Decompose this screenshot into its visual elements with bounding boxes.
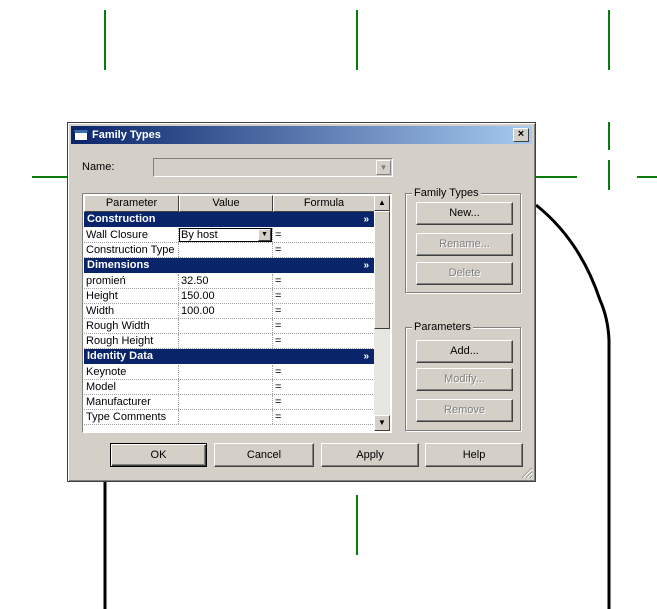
family-types-group: Family Types New... Rename... Delete [405,187,521,293]
cancel-button[interactable]: Cancel [214,443,314,467]
group-label: Dimensions [87,259,150,271]
param-name: Construction Type [84,243,179,257]
modify-button[interactable]: Modify... [416,368,513,391]
group-label: Construction [87,213,156,225]
grid-header: Parameter Value Formula [84,195,375,212]
close-button[interactable]: × [513,128,529,142]
param-formula[interactable]: = [273,395,375,409]
param-name: Type Comments [84,410,179,424]
param-name: Height [84,289,179,303]
wall-arc [535,203,611,609]
dropdown-value: By host [181,229,218,241]
param-formula[interactable]: = [273,274,375,288]
ok-button[interactable]: OK [110,443,207,467]
param-formula[interactable]: = [273,334,375,348]
resize-grip-icon[interactable] [521,467,533,479]
family-types-legend: Family Types [412,187,481,199]
rename-button[interactable]: Rename... [416,233,513,256]
parameters-group: Parameters Add... Modify... Remove [405,321,521,431]
param-formula[interactable]: = [273,319,375,333]
param-value[interactable] [179,334,273,348]
table-row[interactable]: Keynote = [84,365,375,380]
close-icon: × [517,128,525,140]
apply-button[interactable]: Apply [321,443,419,467]
collapse-icon[interactable]: » [363,212,369,227]
remove-button[interactable]: Remove [416,399,513,422]
table-row[interactable]: Rough Width = [84,319,375,334]
param-name: Width [84,304,179,318]
header-formula[interactable]: Formula [273,195,375,212]
param-formula[interactable]: = [273,289,375,303]
param-value[interactable] [179,243,273,257]
param-formula[interactable]: = [273,410,375,424]
param-name: Manufacturer [84,395,179,409]
table-row[interactable]: Manufacturer = [84,395,375,410]
param-name: promień [84,274,179,288]
help-button[interactable]: Help [425,443,523,467]
delete-button[interactable]: Delete [416,262,513,285]
param-value[interactable] [179,395,273,409]
dialog-title: Family Types [92,129,161,141]
param-formula[interactable]: = [273,243,375,257]
group-construction[interactable]: Construction » [84,212,375,228]
scroll-down-icon[interactable]: ▼ [374,415,390,431]
add-parameter-button[interactable]: Add... [416,340,513,363]
chevron-down-icon[interactable]: ▼ [258,229,271,241]
header-value[interactable]: Value [179,195,273,212]
window-icon [74,129,88,141]
grid-scrollbar[interactable]: ▲ ▼ [374,195,390,431]
header-parameter[interactable]: Parameter [84,195,179,212]
param-value[interactable] [179,410,273,424]
name-label: Name: [82,161,115,173]
param-value[interactable]: 150.00 [179,289,273,303]
param-value[interactable]: 32.50 [179,274,273,288]
table-row[interactable]: Type Comments = [84,410,375,425]
group-label: Identity Data [87,350,154,362]
param-name: Rough Width [84,319,179,333]
title-bar[interactable]: Family Types × [71,126,532,144]
param-value[interactable]: 100.00 [179,304,273,318]
table-row[interactable]: Model = [84,380,375,395]
parameters-legend: Parameters [412,321,473,333]
param-value[interactable] [179,319,273,333]
scroll-thumb[interactable] [374,211,390,329]
name-dropdown[interactable]: ▼ [153,158,393,177]
param-formula[interactable]: = [273,228,375,242]
family-types-dialog: Family Types × Name: ▼ Parameter Value F… [67,122,536,482]
table-row[interactable]: Height 150.00 = [84,289,375,304]
parameter-grid: Parameter Value Formula Construction » W… [82,193,392,433]
group-identity-data[interactable]: Identity Data » [84,349,375,365]
new-button[interactable]: New... [416,202,513,225]
param-value[interactable] [179,365,273,379]
table-row[interactable]: Wall Closure By host ▼ = [84,228,375,243]
param-formula[interactable]: = [273,304,375,318]
table-row[interactable]: Rough Height = [84,334,375,349]
table-row[interactable]: Width 100.00 = [84,304,375,319]
param-value[interactable] [179,380,273,394]
param-name: Model [84,380,179,394]
wall-closure-dropdown[interactable]: By host ▼ [179,228,272,242]
param-name: Keynote [84,365,179,379]
table-row[interactable]: Construction Type = [84,243,375,258]
chevron-down-icon[interactable]: ▼ [376,160,391,175]
param-formula[interactable]: = [273,380,375,394]
table-row[interactable]: promień 32.50 = [84,274,375,289]
param-name: Wall Closure [84,228,179,242]
collapse-icon[interactable]: » [363,258,369,273]
collapse-icon[interactable]: » [363,349,369,364]
param-name: Rough Height [84,334,179,348]
group-dimensions[interactable]: Dimensions » [84,258,375,274]
scroll-up-icon[interactable]: ▲ [374,195,390,211]
param-value[interactable]: By host ▼ [179,228,273,242]
param-formula[interactable]: = [273,365,375,379]
